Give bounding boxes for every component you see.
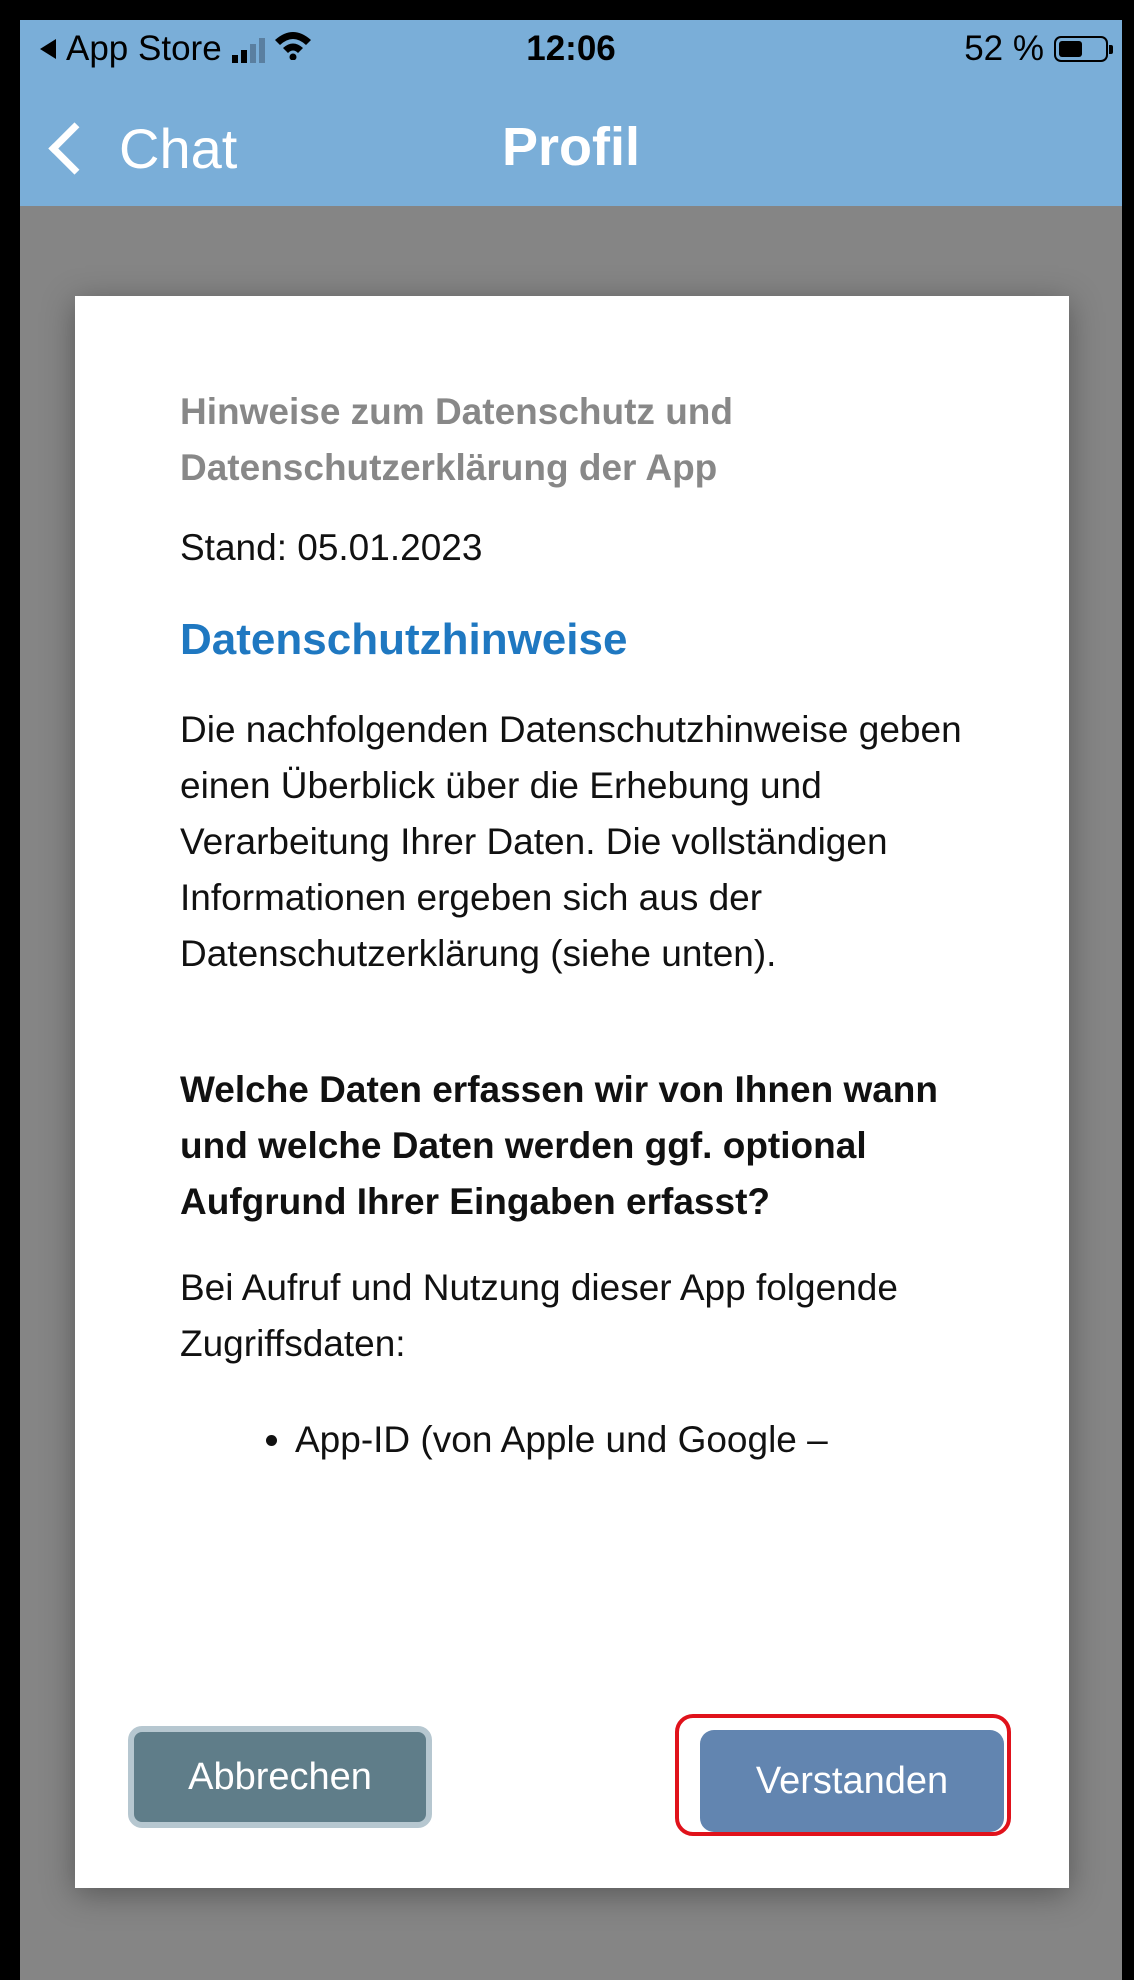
intro-paragraph: Die nachfolgenden Datenschutzhinweise ge… [180,709,962,974]
question-heading: Welche Daten erfassen wir von Ihnen wann… [180,1069,939,1222]
confirm-button[interactable]: Verstanden [700,1730,1004,1832]
cancel-button[interactable]: Abbrechen [128,1726,432,1828]
battery-fill [1059,41,1082,57]
usage-paragraph: Bei Aufruf und Nutzung dieser App folgen… [180,1267,898,1364]
battery-percentage: 52 % [964,29,1044,68]
navigation-bar: Chat Profil [20,108,1122,192]
section-heading: Datenschutzhinweise [180,615,628,664]
dialog-title: Hinweise zum Datenschutz und Datenschutz… [180,391,734,488]
page-title: Profil [501,117,640,177]
document-date: Stand: 05.01.2023 [180,527,483,568]
status-time: 12:06 [526,29,616,68]
app-screen: App Store 12:06 52 % Chat Profil Hinweis… [20,20,1122,1980]
battery-icon [1054,36,1113,62]
privacy-dialog: Hinweise zum Datenschutz und Datenschutz… [75,296,1069,1888]
status-battery: 52 % [964,28,1113,70]
top-bar: App Store 12:06 52 % Chat Profil [20,20,1122,206]
privacy-dialog-scroll-content[interactable]: Hinweise zum Datenschutz und Datenschutz… [180,384,970,1684]
battery-nub [1109,45,1113,54]
access-data-list: App-ID (von Apple und Google – [180,1412,970,1468]
list-item: App-ID (von Apple und Google – [295,1412,970,1468]
